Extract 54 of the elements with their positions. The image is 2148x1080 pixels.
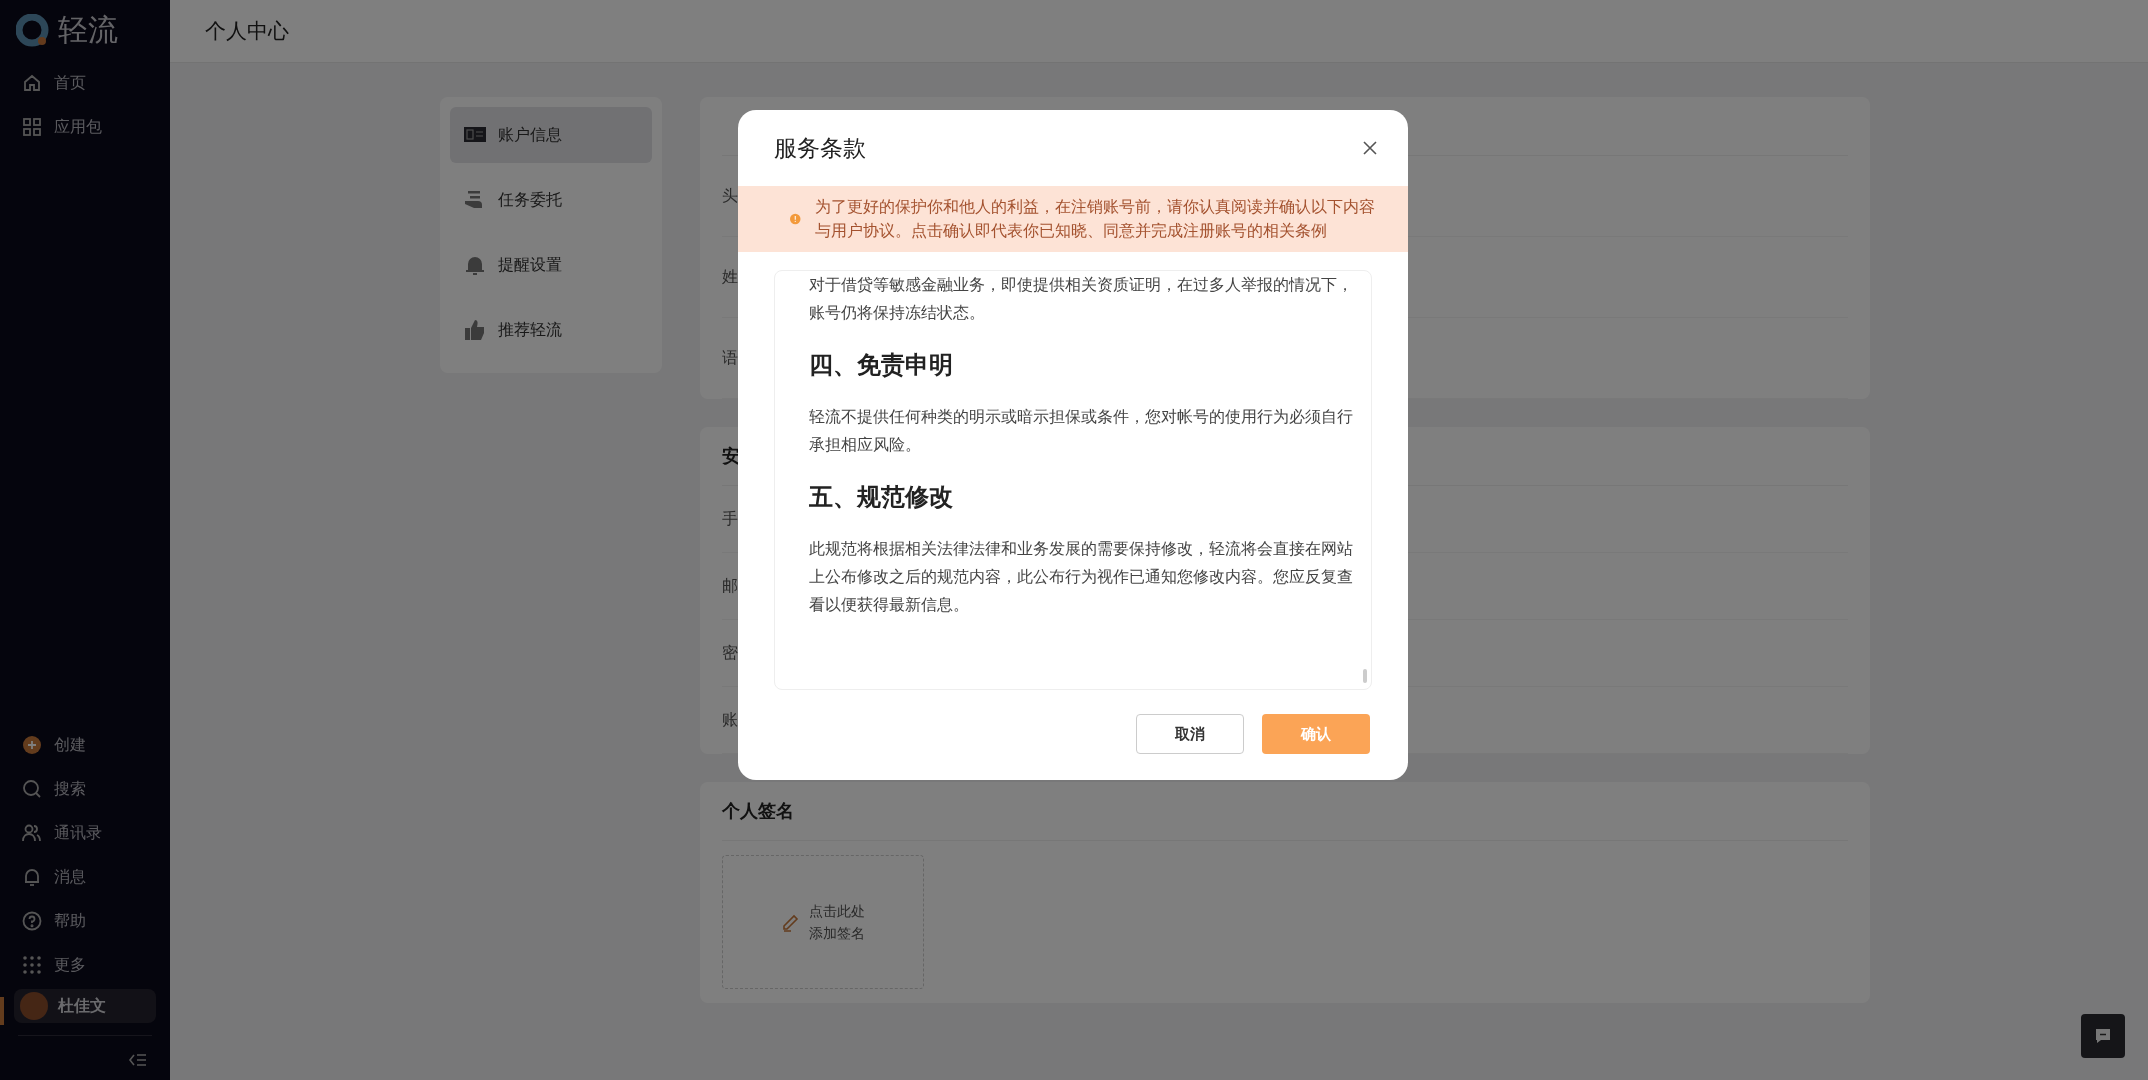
field-label: 手 bbox=[722, 508, 738, 530]
close-icon[interactable] bbox=[1362, 140, 1378, 156]
logo-icon bbox=[16, 13, 50, 48]
warning-text: 为了更好的保护你和他人的利益，在注销账号前，请你认真阅读并确认以下内容与用户协议。点击确认即代表你已知晓、同意并完成注册账号的相关条例 bbox=[814, 197, 1376, 242]
signature-hint: 添加签名 bbox=[809, 924, 865, 943]
field-label: 账 bbox=[722, 709, 738, 731]
nav-item[interactable]: 帮助 bbox=[0, 899, 170, 943]
signature-hint: 点击此处 bbox=[809, 902, 865, 921]
bell-icon bbox=[22, 867, 42, 887]
field-label: 姓 bbox=[722, 266, 738, 288]
menu-item[interactable]: 推荐轻流 bbox=[450, 302, 652, 358]
chat-button[interactable] bbox=[2081, 1014, 2125, 1058]
nav-item[interactable]: 消息 bbox=[0, 855, 170, 899]
section-heading: 安 bbox=[722, 444, 740, 468]
brand-name: 轻流 bbox=[58, 11, 118, 49]
thumbs-up-icon bbox=[464, 319, 486, 341]
search-icon bbox=[22, 779, 42, 799]
collapse-icon[interactable] bbox=[128, 1052, 148, 1068]
section-heading: 个人签名 bbox=[722, 799, 794, 823]
nav-item[interactable]: 通讯录 bbox=[0, 811, 170, 855]
home-icon bbox=[22, 73, 42, 93]
nav-item[interactable]: 搜索 bbox=[0, 767, 170, 811]
user-item[interactable]: 杜佳文 bbox=[14, 989, 156, 1023]
terms-heading: 四、免责申明 bbox=[809, 350, 954, 381]
chat-icon bbox=[2094, 1027, 2112, 1045]
field-label: 密 bbox=[722, 642, 738, 664]
nav-item[interactable]: 首页 bbox=[0, 61, 170, 105]
terms-paragraph: 此规范将根据相关法律法律和业务发展的需要保持修改，轻流将会直接在网站上公布修改之后的规范内容，此公布行为视作已通知您修改内容。您应反复查看以便获得最新信息。 bbox=[809, 538, 1354, 616]
signature-area[interactable]: 点击此处 添加签名 bbox=[722, 855, 924, 989]
pencil-icon bbox=[781, 912, 801, 932]
menu-item[interactable]: 账户信息 bbox=[450, 107, 652, 163]
people-icon bbox=[22, 823, 42, 843]
nav-item[interactable]: 创建 bbox=[0, 723, 170, 767]
field-label: 头 bbox=[722, 185, 738, 207]
menu-item[interactable]: 提醒设置 bbox=[450, 237, 652, 293]
cancel-button[interactable]: 取消 bbox=[1136, 714, 1244, 754]
avatar bbox=[20, 992, 48, 1020]
dots-grid-icon bbox=[22, 955, 42, 975]
terms-paragraph: 轻流不提供任何种类的明示或暗示担保或条件，您对帐号的使用行为必须自行承担相应风险。 bbox=[809, 406, 1354, 456]
scrollbar-thumb[interactable] bbox=[1363, 669, 1367, 683]
field-label: 语 bbox=[722, 347, 738, 369]
nav-item[interactable]: 更多 bbox=[0, 943, 170, 987]
terms-heading: 五、规范修改 bbox=[809, 482, 954, 513]
terms-paragraph: 对于借贷等敏感金融业务，即使提供相关资质证明，在过多人举报的情况下，账号仍将保持冻结状态。 bbox=[809, 274, 1354, 324]
nav-item[interactable]: 应用包 bbox=[0, 105, 170, 149]
help-icon bbox=[22, 911, 42, 931]
grid-icon bbox=[22, 117, 42, 137]
confirm-button[interactable]: 确认 bbox=[1262, 714, 1370, 754]
dialog-title: 服务条款 bbox=[774, 133, 866, 163]
bell-icon bbox=[464, 254, 486, 276]
page-title: 个人中心 bbox=[205, 18, 289, 45]
plus-icon bbox=[22, 735, 42, 755]
field-label: 邮 bbox=[722, 575, 738, 597]
menu-item[interactable]: 任务委托 bbox=[450, 172, 652, 228]
